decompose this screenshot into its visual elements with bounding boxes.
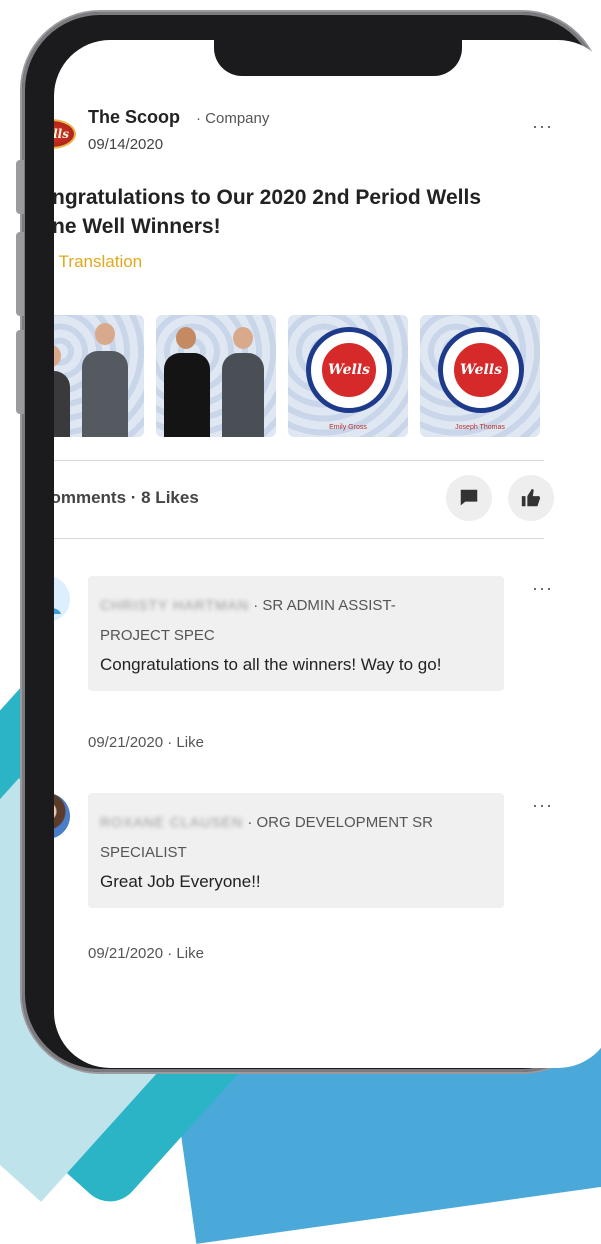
comment-footer[interactable]: 09/21/2020 · Like — [88, 734, 204, 751]
author-type: · Company — [196, 110, 270, 127]
volume-down-button — [16, 330, 24, 414]
photo-caption: Joseph Thomas — [455, 424, 505, 431]
photo-caption: Emily Gross — [329, 424, 367, 431]
comment-more-icon[interactable]: ··· — [532, 578, 553, 599]
author-name[interactable]: The Scoop — [88, 107, 180, 128]
comment-meta: CHRISTY HARTMAN · SR ADMIN ASSIST- PROJE… — [100, 590, 492, 651]
comment-bubble: ROXANE CLAUSEN · ORG DEVELOPMENT SR SPEC… — [88, 793, 504, 908]
comment-text: Congratulations to all the winners! Way … — [100, 655, 442, 674]
person-head — [176, 327, 196, 349]
post-more-icon[interactable]: ··· — [532, 116, 553, 137]
comment-footer[interactable]: 09/21/2020 · Like — [88, 945, 204, 962]
photo-badge-1[interactable]: Wells Emily Gross — [288, 315, 408, 437]
see-translation-link[interactable]: See Translation — [54, 252, 142, 272]
comment-meta: ROXANE CLAUSEN · ORG DEVELOPMENT SR SPEC… — [100, 807, 492, 868]
photo-winners-1[interactable] — [54, 315, 144, 437]
person-figure — [222, 353, 264, 437]
wells-done-badge: Wells — [438, 327, 524, 413]
divider — [54, 460, 544, 461]
person-head — [95, 323, 115, 345]
thumbs-up-icon — [521, 488, 541, 507]
person-head — [233, 327, 253, 349]
comment-bubble: CHRISTY HARTMAN · SR ADMIN ASSIST- PROJE… — [88, 576, 504, 691]
commenter-title: · ORG DEVELOPMENT SR — [247, 814, 433, 831]
commenter-title: · SR ADMIN ASSIST- — [253, 597, 396, 614]
phone-screen: Wells The Scoop · Company 09/14/2020 ···… — [54, 40, 601, 1068]
post-header: Wells The Scoop · Company 09/14/2020 — [54, 107, 546, 167]
person-figure — [54, 371, 70, 437]
person-figure — [82, 351, 128, 437]
post-content: Wells The Scoop · Company 09/14/2020 ···… — [54, 40, 560, 1028]
commenter-title-cont: PROJECT SPEC — [100, 627, 215, 644]
comment-icon — [460, 489, 478, 506]
photo-winners-2[interactable] — [156, 315, 276, 437]
like-button[interactable] — [508, 475, 554, 521]
logo-text: Wells — [54, 127, 69, 141]
commenter-title-cont: SPECIALIST — [100, 844, 187, 861]
avatar[interactable] — [54, 793, 70, 839]
user-placeholder-icon — [54, 608, 61, 614]
photo-carousel[interactable]: Wells Emily Gross Wells Joseph Thomas — [54, 315, 560, 437]
avatar[interactable] — [54, 576, 70, 622]
engagement-stats[interactable]: 3 Comments · 8 Likes — [54, 488, 199, 508]
mute-switch — [16, 160, 24, 214]
person-head — [54, 345, 61, 367]
volume-up-button — [16, 232, 24, 316]
photo-badge-2[interactable]: Wells Joseph Thomas — [420, 315, 540, 437]
phone-frame: Wells The Scoop · Company 09/14/2020 ···… — [16, 12, 601, 1072]
post-title: Congratulations to Our 2020 2nd Period W… — [54, 186, 482, 238]
commenter-name[interactable]: ROXANE CLAUSEN — [100, 807, 243, 837]
company-logo[interactable]: Wells — [54, 119, 76, 149]
post-date: 09/14/2020 — [88, 136, 164, 153]
commenter-name[interactable]: CHRISTY HARTMAN — [100, 590, 249, 620]
comment-button[interactable] — [446, 475, 492, 521]
person-figure — [164, 353, 210, 437]
wells-done-badge: Wells — [306, 327, 392, 413]
comment-text: Great Job Everyone!! — [100, 872, 261, 891]
divider — [54, 538, 544, 539]
comment-more-icon[interactable]: ··· — [532, 795, 553, 816]
